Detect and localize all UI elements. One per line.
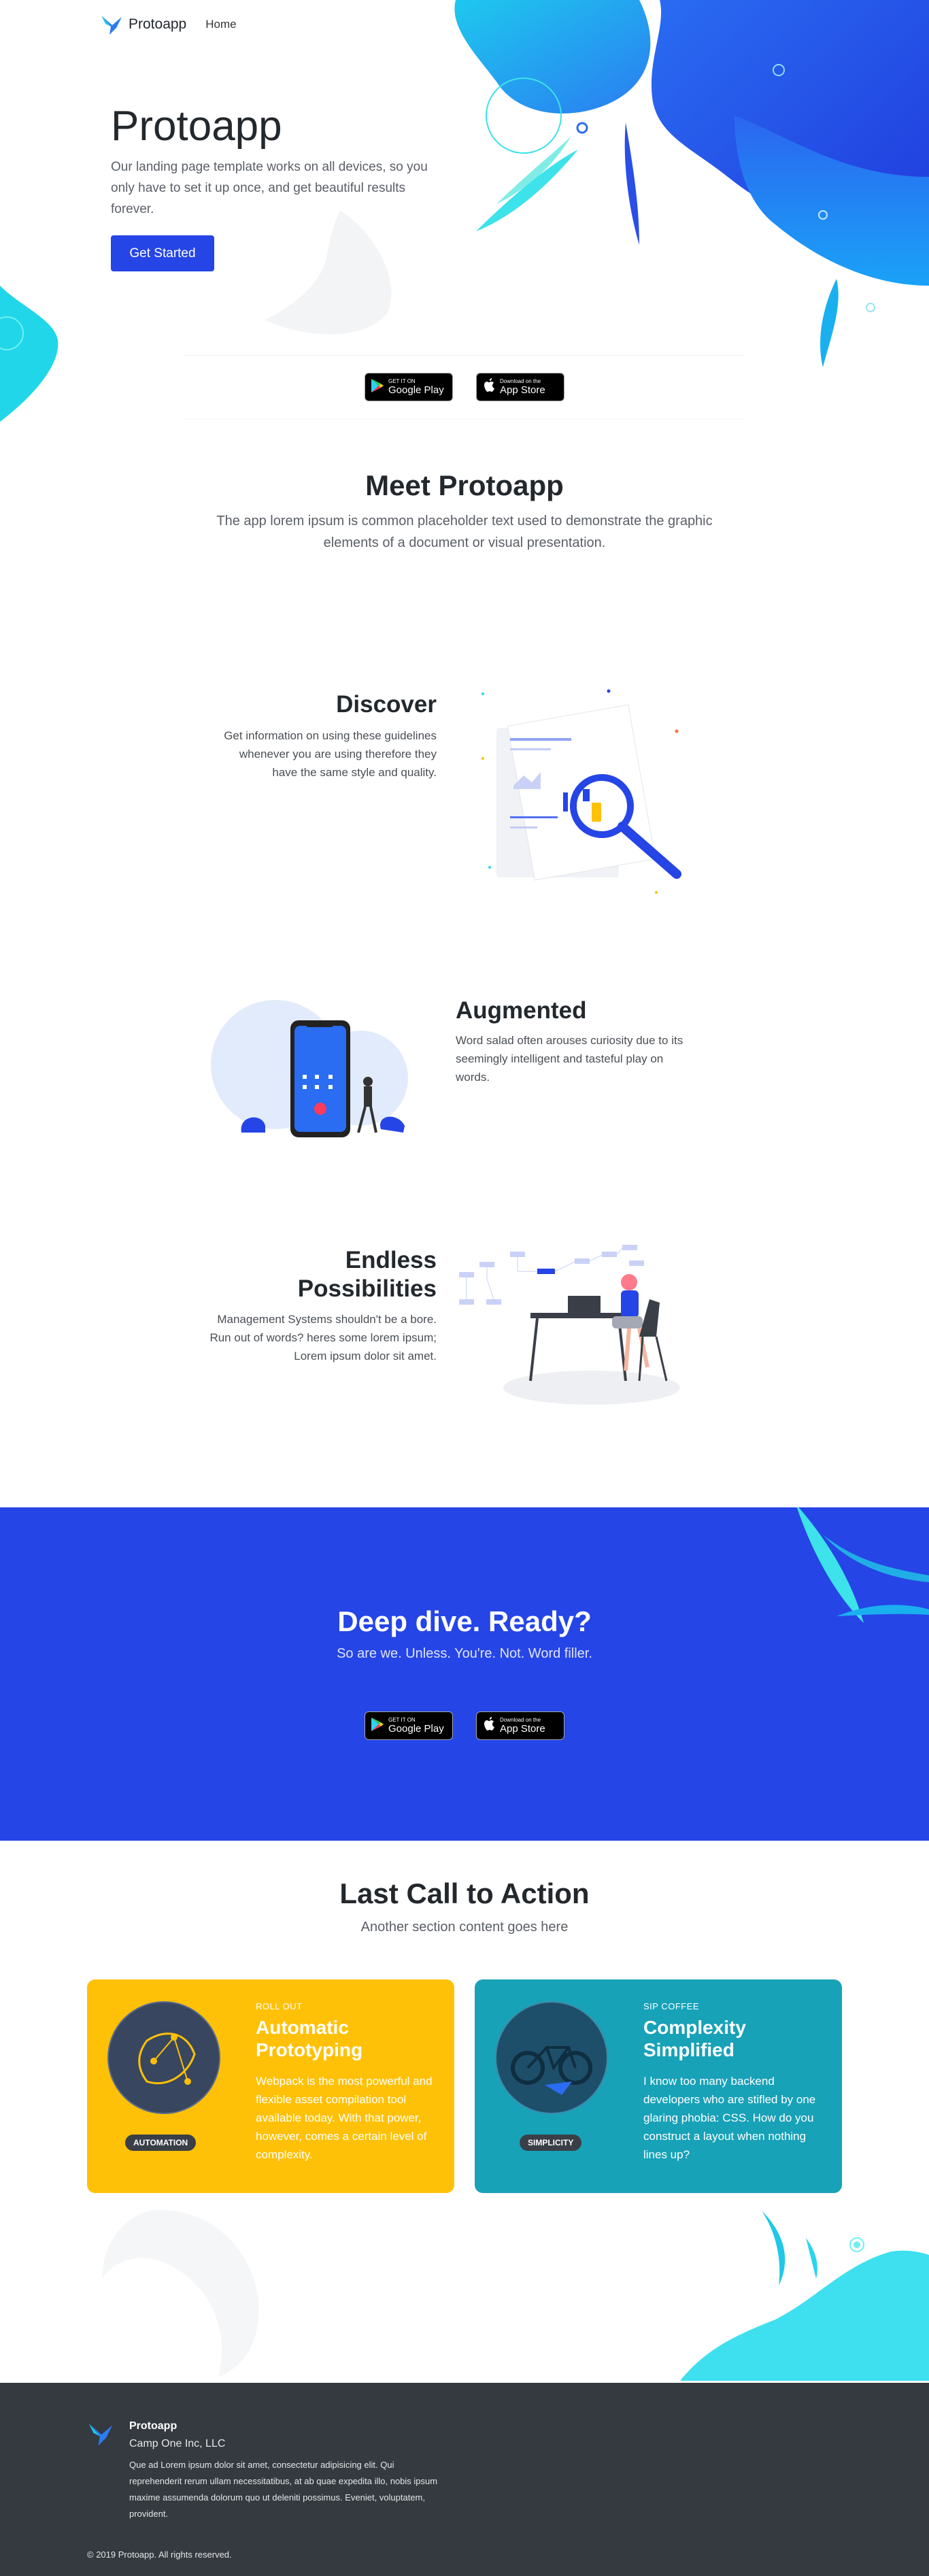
footer-copyright: © 2019 Protoapp. All rights reserved. [87,2549,232,2560]
app-store-badge[interactable]: Download on the App Store [476,373,564,401]
google-badge-small-text: GET IT ON [388,378,416,384]
google-badge-big-text: Google Play [388,384,444,396]
automation-eyebrow: ROLL OUT [256,2001,303,2011]
apple-badge-small-text: Download on the [500,378,541,384]
discover-illustration [482,689,681,894]
hero-title: Protoapp [111,103,282,150]
feature-augmented-text: Word salad often arouses curiosity due t… [456,1034,683,1084]
google-play-icon [371,378,384,397]
footer-text: Que ad Lorem ipsum dolor sit amet, conse… [129,2460,438,2519]
cta-band-subtitle: So are we. Unless. You're. Not. Word fil… [337,1646,592,1661]
simplicity-title: Complexity Simplified [643,2017,746,2060]
endless-illustration [459,1245,680,1405]
cta-band [0,1507,929,1841]
cta-apple-badge-big-text: App Store [500,1723,545,1735]
simplicity-eyebrow: SIP COFFEE [643,2001,700,2011]
cta-google-play-icon [371,1717,384,1735]
footer-company: Camp One Inc, LLC [129,2438,226,2449]
hero-text: Our landing page template works on all d… [111,160,428,216]
automation-graphic-icon [107,2001,220,2114]
simplicity-graphic-icon [495,2001,608,2114]
left-blob-decoration [0,286,58,422]
automation-pill: AUTOMATION [125,2135,197,2151]
apple-badge-big-text: App Store [500,384,545,396]
feature-discover-title: Discover [336,691,437,718]
hero-blob-decoration [454,0,929,367]
apple-icon [484,378,496,397]
last-call-subtitle: Another section content goes here [360,1920,569,1935]
brand-name[interactable]: Protoapp [129,16,186,33]
feature-augmented-title: Augmented [456,997,587,1024]
footer-logo-bird-icon [86,2419,116,2449]
footer-brand: Protoapp [129,2420,178,2432]
cta-google-badge-small-text: GET IT ON [388,1717,416,1723]
simplicity-text: I know too many backend developers who a… [643,2075,816,2161]
card-simplicity[interactable]: SIMPLICITY SIP COFFEE Complexity Simplif… [475,1979,842,2193]
logo-bird-icon[interactable] [99,12,124,37]
hero-divider [184,355,745,356]
get-started-button[interactable]: Get Started [111,235,214,271]
last-call-title: Last Call to Action [339,1877,590,1909]
cta-app-store-badge[interactable]: Download on the App Store [476,1711,564,1740]
google-play-badge[interactable]: GET IT ON Google Play [365,373,453,401]
meet-subtitle: The app lorem ipsum is common placeholde… [216,514,713,550]
hero-ghost-decoration [265,211,392,335]
bottom-right-blob-decoration [680,2211,929,2381]
feature-endless-text: Management Systems shouldn't be a bore. … [209,1313,437,1362]
cta-google-badge-big-text: Google Play [388,1723,444,1735]
automation-title: Automatic Prototyping [256,2017,363,2060]
hero-divider-bottom [184,419,745,420]
cta-apple-badge-small-text: Download on the [500,1717,541,1723]
cta-band-title: Deep dive. Ready? [337,1605,592,1637]
feature-discover-text: Get information on using these guideline… [224,729,437,779]
simplicity-pill: SIMPLICITY [520,2135,582,2151]
navbar: Protoapp Home [99,10,826,39]
automation-text: Webpack is the most powerful and flexibl… [256,2075,433,2161]
meet-title: Meet Protoapp [365,469,564,501]
augmented-illustration [211,1000,408,1137]
card-automation[interactable]: AUTOMATION ROLL OUT Automatic Prototypin… [87,1979,454,2193]
bottom-ghost-decoration [102,2209,259,2377]
cta-apple-icon [484,1716,496,1735]
cta-google-play-badge[interactable]: GET IT ON Google Play [365,1711,453,1740]
feature-endless-title: Endless Possibilities [297,1247,437,1302]
nav-link-home[interactable]: Home [205,18,236,31]
